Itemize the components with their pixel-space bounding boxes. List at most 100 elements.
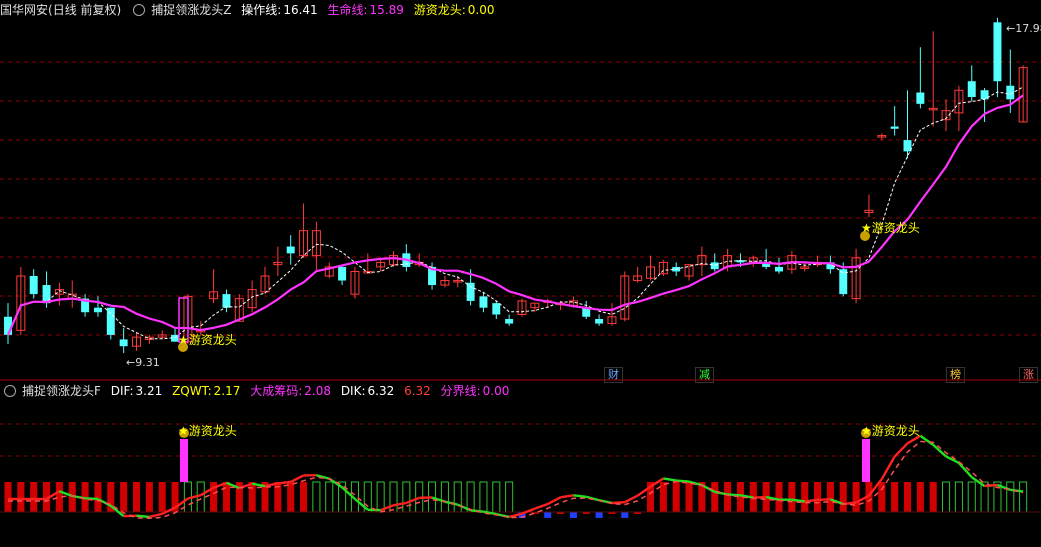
oscillator-segment [149, 512, 163, 519]
histogram-bar-red [300, 482, 308, 512]
oscillator-segment [393, 501, 407, 507]
dif-value: 3.21 [135, 384, 163, 398]
settings-circle-icon[interactable] [133, 3, 146, 16]
dragon-label: 游资龙头: [413, 3, 466, 17]
histogram-bar-green [402, 481, 411, 513]
histogram-bar-red [685, 482, 693, 512]
histogram-bar-red [852, 482, 860, 512]
histogram-bar-red [788, 482, 796, 512]
oscillator-segment [663, 477, 677, 482]
histogram-bar-green [967, 481, 976, 513]
candle-body-down [466, 282, 475, 301]
star-icon: ★ [861, 424, 872, 438]
candle-body-down [286, 246, 295, 254]
oscillator-segment [534, 502, 549, 510]
settings-circle-icon[interactable] [4, 384, 16, 397]
histogram-bar-red [158, 482, 166, 512]
histogram-bar-green [954, 481, 963, 513]
histogram-bar-blue [569, 512, 577, 518]
histogram-bar-red [775, 482, 783, 512]
histogram-bar-green [479, 481, 488, 513]
ops-label: 操作线: [241, 3, 282, 17]
dik-label: DIK: [340, 384, 366, 398]
left-arrow-icon: ← [1006, 22, 1016, 35]
fj-label: 分界线: [440, 384, 481, 398]
oscillator-segment [573, 494, 587, 498]
oscillator-segment [187, 494, 202, 500]
main-header: 国华网安(日线 前复权) 捕捉领涨龙头Z 操作线: 16.41 生命线: 15.89 … [0, 0, 501, 20]
oscillator-segment [85, 497, 99, 501]
histogram-bar-red [4, 482, 12, 512]
candle-body-down [106, 307, 115, 335]
histogram-bar-red [120, 482, 128, 512]
life-value: 15.89 [369, 3, 404, 17]
main-candlestick-chart[interactable] [0, 0, 1041, 381]
candle-body-down [93, 307, 102, 313]
low-price-label: ←9.31 [126, 356, 160, 369]
histogram-bar-red [801, 482, 809, 512]
main-chart-pane[interactable]: 国华网安(日线 前复权) 捕捉领涨龙头Z 操作线: 16.41 生命线: 15.89 … [0, 0, 1041, 383]
period-label[interactable]: (日线 前复权) [48, 3, 121, 17]
histogram-bar-red [132, 482, 141, 512]
oscillator-segment [880, 455, 896, 480]
oscillator-segment [753, 495, 767, 499]
stock-name[interactable]: 国华网安 [0, 3, 48, 17]
star-icon: ★ [861, 221, 872, 235]
candle-body-down [479, 296, 488, 308]
extra-value: 6.32 [404, 384, 431, 398]
histogram-bar-red [94, 482, 102, 512]
sub-indicator-name[interactable]: 捕捉领涨龙头F [22, 384, 101, 398]
left-arrow-icon: ← [126, 356, 136, 369]
dik-value: 6.32 [367, 384, 395, 398]
histogram-bar-red [659, 482, 667, 512]
dif-label: DIF: [110, 384, 134, 398]
star-icon: ★ [178, 424, 189, 438]
main-indicator-name[interactable]: 捕捉领涨龙头Z [151, 3, 231, 17]
histogram-bar-green [325, 481, 334, 513]
histogram-bar-green [492, 481, 501, 513]
star-icon: ★ [178, 333, 189, 347]
candle-body-down [993, 22, 1002, 82]
oscillator-segment [817, 498, 831, 502]
histogram-bar-red [839, 482, 847, 512]
life-line [6, 94, 1024, 336]
histogram-bar-red [222, 482, 230, 512]
zqwt-label: ZQWT: [172, 384, 212, 398]
histogram-bar-green [466, 481, 475, 513]
candle-body-down [916, 92, 925, 104]
oscillator-segment [676, 479, 690, 483]
candle-body-down [492, 303, 501, 315]
dcc-value: 2.08 [304, 384, 331, 398]
histogram-bar-green [376, 481, 385, 513]
dcc-label: 大成筹码: [250, 384, 303, 398]
life-label: 生命线: [327, 3, 368, 17]
oscillator-segment [136, 514, 150, 519]
oscillator-segment [560, 494, 574, 499]
histogram-bar-red [916, 482, 924, 512]
histogram-bar-red [145, 482, 153, 512]
signal-marker-main-1: ★游资龙头 [178, 333, 237, 347]
sub-indicator-chart[interactable] [0, 381, 1041, 547]
histogram-bar-red [17, 482, 25, 512]
histogram-bar-green [453, 481, 462, 513]
histogram-bar-red [903, 482, 912, 512]
sub-header: 捕捉领涨龙头F DIF: 3.21 ZQWT: 2.17 大成筹码: 2.08 DIK… [0, 381, 515, 401]
ops-value: 16.41 [283, 3, 318, 17]
sub-indicator-pane[interactable]: 捕捉领涨龙头F DIF: 3.21 ZQWT: 2.17 大成筹码: 2.08 DIK… [0, 381, 1041, 547]
zqwt-value: 2.17 [213, 384, 241, 398]
histogram-bar-green [440, 481, 449, 513]
histogram-bar-red [891, 482, 899, 512]
candle-body-down [222, 294, 231, 308]
candle-body-down [595, 319, 604, 324]
signal-bar [180, 439, 188, 482]
candle-body-down [338, 266, 347, 281]
histogram-bar-red [711, 482, 719, 512]
candle-body-down [1006, 85, 1015, 100]
histogram-bar-green [942, 481, 951, 513]
histogram-bar-green [389, 481, 398, 513]
histogram-bar-red [929, 482, 937, 512]
signal-marker-sub-2: ★游资龙头 [861, 424, 920, 438]
fj-value: 0.00 [482, 384, 510, 398]
signal-marker-sub-1: ★游资龙头 [178, 424, 237, 438]
histogram-bar-blue [595, 512, 603, 518]
